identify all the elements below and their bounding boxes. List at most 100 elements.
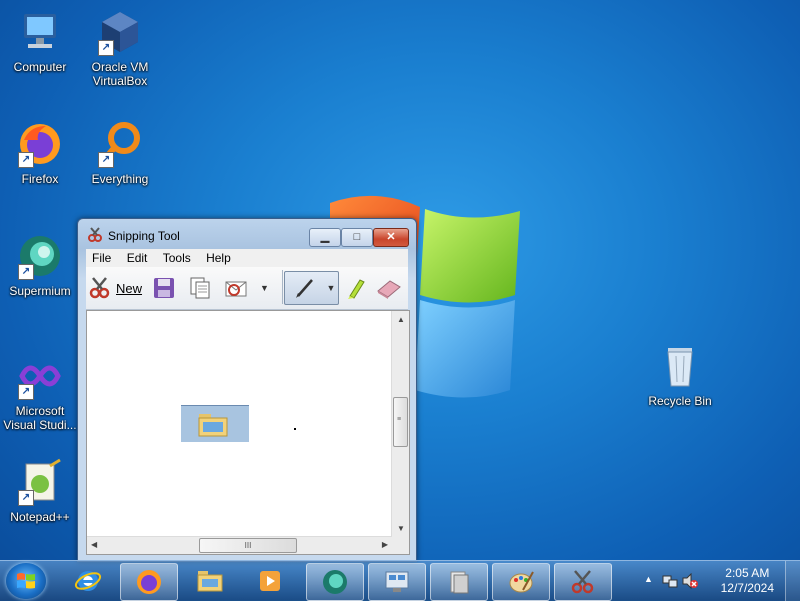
close-icon: ✕ — [386, 231, 396, 243]
scissors-icon — [89, 277, 110, 299]
new-snip-button[interactable]: New — [88, 273, 142, 303]
save-icon — [154, 278, 174, 298]
windows-logo-icon — [17, 573, 35, 589]
shortcut-arrow-icon: ↗ — [18, 384, 34, 400]
menu-file[interactable]: File — [86, 249, 117, 265]
snipping-tool-window[interactable]: Snipping Tool ▁ □ ✕ File Edit Tools Help… — [77, 218, 417, 562]
supermium-icon — [323, 570, 347, 594]
clock[interactable]: 2:05 AM 12/7/2024 — [721, 566, 774, 596]
desktop-icon-computer[interactable]: Computer — [0, 8, 80, 74]
desktop-icon-firefox[interactable]: ↗ Firefox — [0, 120, 80, 186]
maximize-button[interactable]: □ — [341, 228, 373, 247]
maximize-icon: □ — [353, 231, 361, 243]
save-snip-button[interactable] — [152, 273, 176, 303]
eraser-button[interactable] — [376, 273, 402, 303]
desktop-icon-label: VirtualBox — [92, 74, 148, 88]
desktop-icon-label: Recycle Bin — [648, 394, 712, 408]
scroll-right-icon[interactable]: ▶ — [382, 540, 388, 549]
pen-icon — [296, 279, 313, 298]
everything-search-icon: ↗ — [96, 120, 144, 168]
taskbar-snipping-tool[interactable] — [554, 563, 612, 601]
dot-mark — [294, 428, 296, 430]
clock-date: 12/7/2024 — [720, 581, 774, 595]
desktop-icon-visual-studio[interactable]: ↗ Microsoft Visual Studi... — [0, 352, 80, 432]
firefox-icon — [137, 570, 161, 594]
send-dropdown-button[interactable]: ▼ — [260, 273, 269, 303]
desktop-icon-label: Oracle VM — [91, 60, 149, 74]
shortcut-arrow-icon: ↗ — [98, 40, 114, 56]
volume-muted-icon[interactable] — [682, 573, 698, 589]
documents-icon — [450, 571, 469, 594]
media-player-icon — [260, 571, 280, 591]
desktop-icon-label: Visual Studi... — [3, 418, 77, 432]
taskbar-files[interactable] — [430, 563, 488, 601]
notepadpp-icon: ↗ — [16, 458, 64, 506]
window-titlebar[interactable]: Snipping Tool ▁ □ ✕ — [78, 219, 416, 249]
folder-icon — [198, 414, 228, 437]
horizontal-scrollbar[interactable]: ◀ III ▶ — [87, 536, 392, 554]
scissors-icon — [571, 570, 594, 594]
taskbar-explorer[interactable] — [182, 563, 238, 599]
toolbar: New ▼ ▼ — [86, 267, 408, 310]
scroll-left-icon[interactable]: ◀ — [91, 540, 97, 549]
snipping-tool-icon — [87, 227, 103, 243]
scroll-up-icon[interactable]: ▲ — [397, 315, 405, 324]
minimize-button[interactable]: ▁ — [309, 228, 341, 247]
desktop-icon-virtualbox[interactable]: ↗ Oracle VM VirtualBox — [80, 8, 160, 88]
scroll-down-icon[interactable]: ▼ — [397, 524, 405, 533]
shortcut-arrow-icon: ↗ — [98, 152, 114, 168]
send-email-icon — [225, 281, 247, 297]
desktop-icon-everything[interactable]: ↗ Everything — [80, 120, 160, 186]
pen-dropdown-button[interactable]: ▼ — [324, 271, 339, 305]
network-icon[interactable] — [662, 573, 678, 589]
copy-button[interactable] — [188, 273, 212, 303]
taskbar-firefox[interactable] — [120, 563, 178, 601]
desktop-icon-recycle-bin[interactable]: Recycle Bin — [640, 342, 720, 408]
desktop-icon-label: Firefox — [21, 172, 59, 186]
desktop-icon-label: Notepad++ — [10, 510, 70, 524]
window-title: Snipping Tool — [108, 229, 180, 243]
scroll-corner — [392, 537, 409, 554]
taskbar-remote-desktop[interactable] — [368, 563, 426, 601]
shortcut-arrow-icon: ↗ — [18, 264, 34, 280]
vertical-scroll-thumb[interactable]: ≡ — [393, 397, 408, 447]
taskbar-media-player[interactable] — [242, 563, 298, 599]
close-button[interactable]: ✕ — [373, 228, 409, 247]
menu-edit[interactable]: Edit — [121, 249, 154, 265]
menu-tools[interactable]: Tools — [157, 249, 197, 265]
computer-icon — [16, 8, 64, 56]
pen-button[interactable] — [284, 271, 326, 305]
taskbar-supermium[interactable] — [306, 563, 364, 601]
shortcut-arrow-icon: ↗ — [18, 152, 34, 168]
toolbar-separator — [282, 270, 283, 304]
recycle-bin-icon — [656, 342, 704, 390]
vertical-scrollbar[interactable]: ▲ ≡ ▼ — [391, 311, 409, 537]
internet-explorer-icon — [74, 571, 102, 591]
highlighter-button[interactable] — [344, 273, 366, 303]
horizontal-scroll-thumb[interactable]: III — [199, 538, 297, 553]
show-desktop-button[interactable] — [785, 561, 800, 601]
desktop-icon-supermium[interactable]: ↗ Supermium — [0, 232, 80, 298]
grip-icon: ≡ — [397, 416, 402, 423]
highlighter-icon — [348, 279, 365, 299]
desktop-icon-label: Supermium — [9, 284, 71, 298]
taskbar: ▲ 2:05 AM 12/7/2024 — [0, 560, 800, 601]
virtualbox-icon: ↗ — [96, 8, 144, 56]
show-hidden-icons-button[interactable]: ▲ — [644, 574, 653, 584]
snip-image — [181, 405, 249, 442]
desktop-icon-notepadpp[interactable]: ↗ Notepad++ — [0, 458, 80, 524]
copy-icon — [190, 277, 210, 299]
taskbar-ie[interactable] — [60, 563, 116, 599]
menu-help[interactable]: Help — [200, 249, 237, 265]
clock-time: 2:05 AM — [725, 566, 770, 580]
send-snip-button[interactable] — [224, 273, 250, 303]
firefox-icon: ↗ — [16, 120, 64, 168]
taskbar-paint[interactable] — [492, 563, 550, 601]
desktop-icon-label: Everything — [91, 172, 149, 186]
grip-icon: III — [244, 541, 252, 550]
eraser-icon — [377, 280, 401, 299]
dropdown-arrow-icon: ▼ — [326, 283, 336, 293]
dropdown-arrow-icon: ▼ — [260, 283, 269, 293]
start-button[interactable] — [6, 563, 46, 599]
snip-canvas[interactable]: ▲ ≡ ▼ ◀ III ▶ — [86, 310, 410, 555]
